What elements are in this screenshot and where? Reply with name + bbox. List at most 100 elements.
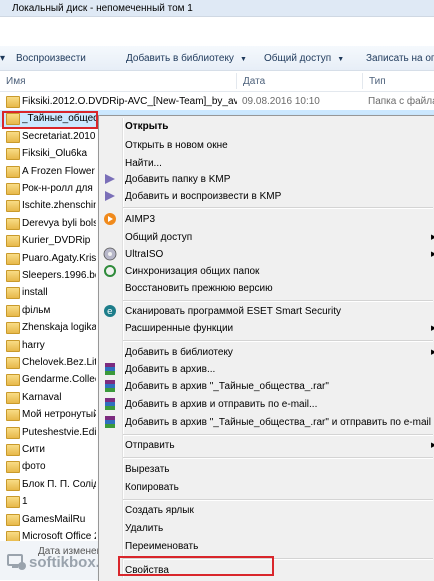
menu-item-eset-scan[interactable]: Сканировать программой ESET Smart Securi…: [125, 306, 341, 317]
menu-item-kmp-add-play[interactable]: Добавить и воспроизвести в KMP: [125, 191, 281, 202]
file-name: Рок-н-ролл для принцесс: [22, 183, 96, 194]
properties-highlight-box: [118, 556, 274, 576]
file-name: Sleepers.1996.bdrip: [22, 270, 96, 281]
folder-icon: [6, 479, 20, 491]
menu-item-rename[interactable]: Переименовать: [125, 541, 198, 552]
menu-separator: [123, 434, 433, 436]
file-name: Zhenskaja logika: [22, 322, 96, 333]
menu-item-restore[interactable]: Восстановить прежнюю версию: [125, 283, 273, 294]
sync-icon: [104, 265, 116, 277]
file-name: Derevya byli bolshimi: [22, 218, 96, 229]
file-name: Gendarme.Collection: [22, 374, 96, 385]
menu-item-ultraiso[interactable]: UltraISO ▶: [125, 249, 434, 260]
file-name: Kurier_DVDRip: [22, 235, 91, 246]
folder-icon: [6, 131, 20, 143]
file-name: A Frozen Flower (2008): [22, 166, 96, 177]
folder-icon: [6, 322, 20, 334]
folder-icon: [6, 200, 20, 212]
file-name: Puteshestvie.Edinoroga: [22, 427, 96, 438]
file-name: Secretariat.2010.HDRip: [22, 131, 96, 142]
file-name: Сити: [22, 444, 45, 455]
file-name: Karnaval: [22, 392, 62, 403]
add-to-library-button[interactable]: Добавить в библиотеку ▼: [126, 53, 247, 64]
share-button[interactable]: Общий доступ ▼: [264, 53, 344, 64]
folder-icon: [6, 287, 20, 299]
menu-item-add-library[interactable]: Добавить в библиотеку ▶: [125, 347, 434, 358]
file-date: 09.08.2016 10:10: [242, 96, 320, 107]
menu-item-add-archive[interactable]: Добавить в архив...: [125, 364, 215, 375]
column-header-row: Имя Дата Тип: [0, 71, 434, 92]
menu-item-kmp-add-folder[interactable]: Добавить папку в KMP: [125, 174, 230, 185]
folder-icon: [6, 340, 20, 352]
file-name: фото: [22, 461, 46, 472]
play-button-label: Воспроизвести: [16, 53, 86, 64]
folder-icon: [6, 305, 20, 317]
menu-item-add-archive-rar-email[interactable]: Добавить в архив "_Тайные_общества_.rar"…: [125, 417, 431, 428]
menu-item-cut[interactable]: Вырезать: [125, 464, 169, 475]
menu-item-advanced[interactable]: Расширенные функции ▶: [125, 323, 434, 334]
burn-button[interactable]: Записать на опт: [366, 53, 434, 64]
folder-icon: [6, 235, 20, 247]
column-header-date[interactable]: Дата: [243, 76, 265, 87]
command-bar: ▾ Воспроизвести Добавить в библиотеку ▼ О…: [0, 46, 434, 71]
file-name: Мой нетронутый: [22, 409, 96, 420]
menu-item-create-shortcut[interactable]: Создать ярлык: [125, 505, 194, 516]
menu-item-open-new-window[interactable]: Открыть в новом окне: [125, 140, 228, 151]
menu-item-add-archive-email[interactable]: Добавить в архив и отправить по e-mail..…: [125, 399, 317, 410]
folder-icon: [6, 253, 20, 265]
file-type: Папка с файла: [368, 96, 434, 107]
svg-text:e: e: [107, 307, 113, 317]
window-titlebar: Локальный диск - непомеченный том 1: [0, 0, 434, 17]
menu-item-aimp[interactable]: AIMP3: [125, 214, 155, 225]
menu-separator: [123, 499, 433, 501]
watermark-logo-icon: [7, 554, 26, 570]
file-name: Fiksiki_Olu6ka: [22, 148, 88, 159]
column-separator[interactable]: [236, 73, 237, 89]
play-button[interactable]: Воспроизвести: [16, 53, 86, 64]
menu-item-delete[interactable]: Удалить: [125, 523, 163, 534]
folder-icon: [6, 218, 20, 230]
folder-icon: [6, 270, 20, 282]
column-separator[interactable]: [362, 73, 363, 89]
menu-item-send-to[interactable]: Отправить ▶: [125, 440, 434, 451]
file-row[interactable]: Fiksiki.2012.O.DVDRip-AVC_[New-Team]_by_…: [0, 93, 434, 110]
eset-icon: e: [104, 305, 116, 317]
winrar-icon: [105, 380, 115, 392]
share-button-label: Общий доступ: [264, 53, 332, 64]
file-name: Ischite.zhenschinu: [22, 200, 96, 211]
file-name: 1: [22, 496, 28, 507]
chevron-down-icon: ▼: [337, 56, 345, 63]
menu-separator: [123, 457, 433, 459]
winrar-icon: [105, 398, 115, 410]
ultraiso-icon: [103, 247, 117, 261]
menu-item-add-archive-rar[interactable]: Добавить в архив "_Тайные_общества_.rar": [125, 381, 329, 392]
file-name: harry: [22, 340, 45, 351]
menu-item-find[interactable]: Найти...: [125, 158, 162, 169]
window-title: Локальный диск - непомеченный том 1: [12, 3, 193, 14]
file-name: фільм: [22, 305, 51, 316]
menu-item-sync[interactable]: Синхронизация общих папок: [125, 266, 259, 277]
menu-separator: [123, 300, 433, 302]
toolbar-partial-button[interactable]: ▾: [0, 53, 5, 64]
file-name: GamesMailRu: [22, 514, 86, 525]
folder-icon: [6, 461, 20, 473]
selection-highlight-box: [2, 111, 98, 129]
menu-item-copy[interactable]: Копировать: [125, 482, 179, 493]
file-name: Chelovek.Bez.Litsa: [22, 357, 96, 368]
menu-separator: [123, 207, 433, 209]
winrar-icon: [105, 416, 115, 428]
column-header-name[interactable]: Имя: [6, 76, 25, 87]
folder-icon: [6, 514, 20, 526]
folder-icon: [6, 148, 20, 160]
add-to-library-label: Добавить в библиотеку: [126, 53, 234, 64]
file-name: Блок П. П. Солідарність: [22, 479, 96, 490]
folder-icon: [6, 374, 20, 386]
menu-separator: [123, 340, 433, 342]
column-header-type[interactable]: Тип: [369, 76, 386, 87]
menu-item-share[interactable]: Общий доступ ▶: [125, 232, 434, 243]
folder-icon: [6, 409, 20, 421]
file-name: install: [22, 287, 48, 298]
kmp-icon: [105, 174, 115, 184]
burn-button-label: Записать на опт: [366, 53, 434, 64]
menu-item-open[interactable]: Открыть: [125, 121, 168, 132]
